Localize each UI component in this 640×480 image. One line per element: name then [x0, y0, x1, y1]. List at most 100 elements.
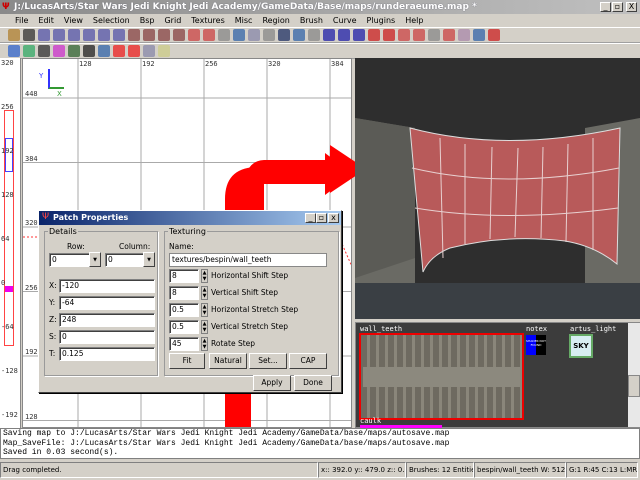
toolbar-tool-icon[interactable] — [488, 29, 500, 41]
toolbar-tool-icon[interactable] — [8, 45, 20, 57]
toolbar-tool-icon[interactable] — [83, 45, 95, 57]
toolbar-tool-icon[interactable] — [443, 29, 455, 41]
toolbar-tool-icon[interactable] — [458, 29, 470, 41]
step-spinner[interactable]: ▲ ▼ — [201, 303, 208, 317]
minimize-button[interactable]: _ — [600, 2, 611, 12]
apply-button[interactable]: Apply — [253, 375, 291, 391]
natural-button[interactable]: Natural — [209, 353, 247, 369]
step-input[interactable]: 0.5 — [169, 320, 199, 334]
step-input[interactable]: 8 — [169, 269, 199, 283]
toolbar-tool-icon[interactable] — [113, 45, 125, 57]
menu-region[interactable]: Region — [257, 14, 294, 27]
toolbar-tool-icon[interactable] — [278, 29, 290, 41]
app-icon: Ψ — [2, 2, 10, 12]
step-spinner[interactable]: ▲ ▼ — [201, 320, 208, 334]
toolbar-tool-icon[interactable] — [233, 29, 245, 41]
toolbar-tool-icon[interactable] — [203, 29, 215, 41]
field-z-input[interactable]: 248 — [59, 313, 155, 327]
toolbar-tool-icon[interactable] — [128, 29, 140, 41]
field-x-input[interactable]: -120 — [59, 279, 155, 293]
toolbar-tool-icon[interactable] — [143, 29, 155, 41]
close-button[interactable]: X — [626, 2, 637, 12]
toolbar-tool-icon[interactable] — [323, 29, 335, 41]
toolbar-tool-icon[interactable] — [218, 29, 230, 41]
toolbar-tool-icon[interactable] — [143, 45, 155, 57]
menu-help[interactable]: Help — [400, 14, 428, 27]
toolbar-tool-icon[interactable] — [68, 29, 80, 41]
texture-browser[interactable]: wall_teeth notex SHADER NOT FOUND artus_… — [355, 322, 640, 429]
menu-misc[interactable]: Misc — [230, 14, 258, 27]
toolbar-tool-icon[interactable] — [128, 45, 140, 57]
menu-curve[interactable]: Curve — [328, 14, 362, 27]
texture-name: wall_teeth — [360, 325, 403, 333]
menu-plugins[interactable]: Plugins — [362, 14, 401, 27]
dialog-minimize-button[interactable]: _ — [305, 213, 316, 223]
texture-tile-notex[interactable]: SHADER NOT FOUND — [526, 335, 546, 355]
z-ruler[interactable]: 320 256 192 128 64 0 -64 -128 -192 — [0, 58, 21, 428]
menu-view[interactable]: View — [59, 14, 88, 27]
toolbar-tool-icon[interactable] — [338, 29, 350, 41]
toolbar-tool-icon[interactable] — [98, 29, 110, 41]
step-input[interactable]: 45 — [169, 337, 199, 351]
toolbar-tool-icon[interactable] — [368, 29, 380, 41]
menu-file[interactable]: File — [10, 14, 33, 27]
toolbar-tool-icon[interactable] — [98, 45, 110, 57]
field-y-input[interactable]: -64 — [59, 296, 155, 310]
toolbar-tool-icon[interactable] — [263, 29, 275, 41]
step-input[interactable]: 0.5 — [169, 303, 199, 317]
texture-scrollbar[interactable] — [628, 323, 640, 427]
field-s-input[interactable]: 0 — [59, 330, 155, 344]
toolbar-tool-icon[interactable] — [428, 29, 440, 41]
step-input[interactable]: 8 — [169, 286, 199, 300]
toolbar-tool-icon[interactable] — [308, 29, 320, 41]
toolbar-tool-icon[interactable] — [38, 29, 50, 41]
toolbar-tool-icon[interactable] — [53, 45, 65, 57]
toolbar-tool-icon[interactable] — [53, 29, 65, 41]
menu-edit[interactable]: Edit — [33, 14, 59, 27]
menu-selection[interactable]: Selection — [88, 14, 135, 27]
toolbar-tool-icon[interactable] — [23, 45, 35, 57]
column-dropdown-button[interactable]: ▼ — [143, 252, 155, 267]
toolbar-tool-icon[interactable] — [383, 29, 395, 41]
row-dropdown-button[interactable]: ▼ — [89, 252, 101, 267]
dialog-maximize-button[interactable]: ▫ — [316, 213, 327, 223]
fit-button[interactable]: Fit — [169, 353, 205, 369]
toolbar-tool-icon[interactable] — [8, 29, 20, 41]
maximize-button[interactable]: ▫ — [612, 2, 623, 12]
row-label: Row: — [67, 242, 85, 251]
toolbar-tool-icon[interactable] — [38, 45, 50, 57]
set-button[interactable]: Set... — [249, 353, 287, 369]
dialog-close-button[interactable]: x — [328, 213, 339, 223]
texture-tile-sky[interactable]: SKY — [569, 334, 593, 358]
menu-bsp[interactable]: Bsp — [135, 14, 160, 27]
menu-textures[interactable]: Textures — [186, 14, 229, 27]
toolbar-tool-icon[interactable] — [248, 29, 260, 41]
step-spinner[interactable]: ▲ ▼ — [201, 286, 208, 300]
toolbar-tool-icon[interactable] — [398, 29, 410, 41]
toolbar-tool-icon[interactable] — [158, 45, 170, 57]
texture-tile-wall-teeth[interactable] — [359, 333, 524, 420]
toolbar-tool-icon[interactable] — [23, 29, 35, 41]
field-t-input[interactable]: 0.125 — [59, 347, 155, 361]
toolbar-tool-icon[interactable] — [68, 45, 80, 57]
step-spinner[interactable]: ▲ ▼ — [201, 337, 208, 351]
toolbar-tool-icon[interactable] — [83, 29, 95, 41]
menu-brush[interactable]: Brush — [295, 14, 328, 27]
dialog-title-bar[interactable]: Patch Properties — [39, 211, 341, 225]
toolbar-tool-icon[interactable] — [473, 29, 485, 41]
cap-button[interactable]: CAP — [289, 353, 327, 369]
step-spinner[interactable]: ▲ ▼ — [201, 269, 208, 283]
toolbar-tool-icon[interactable] — [413, 29, 425, 41]
camera-view-3d[interactable] — [355, 58, 640, 319]
toolbar-tool-icon[interactable] — [188, 29, 200, 41]
texture-name-input[interactable]: textures/bespin/wall_teeth — [169, 253, 327, 267]
done-button[interactable]: Done — [294, 375, 332, 391]
toolbar-tool-icon[interactable] — [113, 29, 125, 41]
console-log[interactable]: Saving map to J:/LucasArts/Star Wars Jed… — [0, 428, 640, 459]
toolbar-tool-icon[interactable] — [173, 29, 185, 41]
toolbar-tool-icon[interactable] — [293, 29, 305, 41]
toolbar-tool-icon[interactable] — [353, 29, 365, 41]
toolbar-tool-icon[interactable] — [158, 29, 170, 41]
grid-x-label: 256 — [205, 60, 218, 68]
menu-grid[interactable]: Grid — [159, 14, 186, 27]
